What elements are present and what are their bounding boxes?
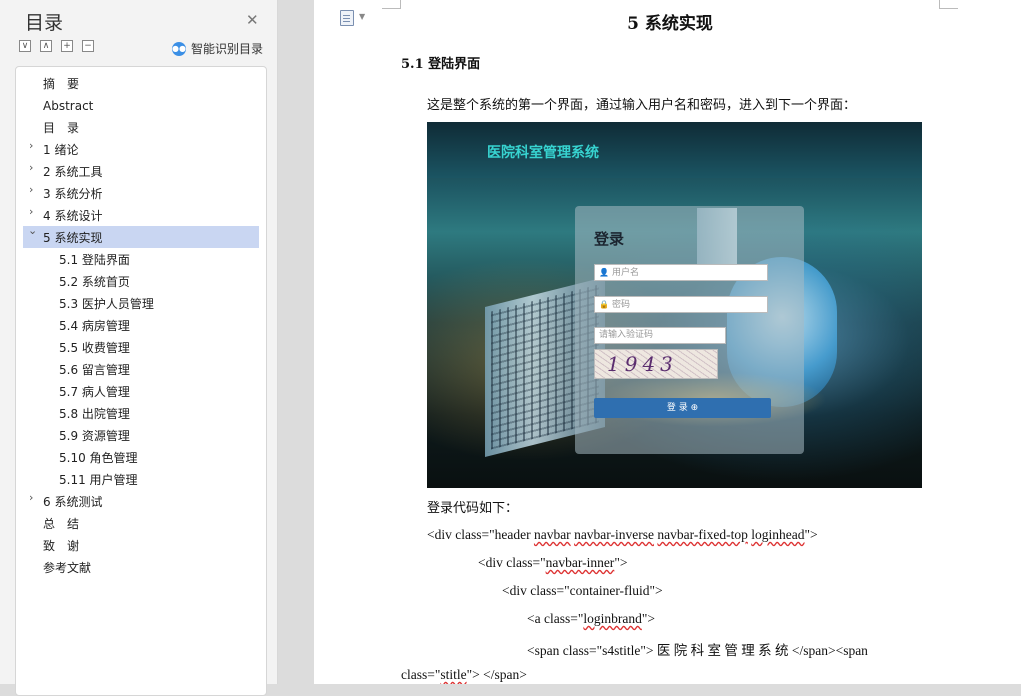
toc-item-5-2[interactable]: 5.2 系统首页: [59, 271, 130, 293]
chevron-right-icon[interactable]: ›: [29, 183, 33, 196]
chevron-right-icon[interactable]: ›: [29, 205, 33, 218]
smart-toc-label: 智能识别目录: [191, 42, 264, 56]
toc-item-5-9[interactable]: 5.9 资源管理: [59, 425, 130, 447]
page-gutter: [278, 0, 314, 684]
toc-item-5-5[interactable]: 5.5 收费管理: [59, 337, 130, 359]
toc-toolbar: ∨ ∧ + −: [19, 40, 94, 52]
code-line-2: <div class="navbar-inner">: [478, 555, 628, 570]
document-icon[interactable]: [340, 10, 354, 26]
figure-captcha-input: 请输入验证码: [594, 327, 726, 344]
caret-down-icon[interactable]: ▼: [359, 12, 365, 21]
chevron-right-icon[interactable]: ›: [29, 161, 33, 174]
password-placeholder: 密码: [611, 300, 630, 310]
login-title: 登录: [594, 230, 625, 248]
toc-item-ch1[interactable]: 1 绪论: [43, 139, 78, 161]
login-panel: 登录 👤 用户名 🔒 密码 请输入验证码 1943 登 录 ⊕: [575, 206, 804, 454]
chevron-down-icon[interactable]: ⌄: [28, 224, 37, 237]
close-icon[interactable]: ✕: [246, 11, 259, 29]
remove-heading-icon[interactable]: −: [82, 40, 94, 52]
toc-item-5-11[interactable]: 5.11 用户管理: [59, 469, 138, 491]
toc-item-contents[interactable]: 目 录: [43, 117, 79, 139]
toc-item-ch2[interactable]: 2 系统工具: [43, 161, 102, 183]
toc-item-ch4[interactable]: 4 系统设计: [43, 205, 102, 227]
ai-robot-icon: ●●: [172, 41, 186, 56]
code-intro-paragraph: 登录代码如下：: [427, 501, 519, 516]
toc-sidebar: 目录 ✕ ∨ ∧ + − ●● 智能识别目录 摘 要 Abstract 目 录 …: [0, 0, 278, 696]
code-line-3: <div class="container-fluid">: [502, 583, 663, 598]
expand-down-icon[interactable]: ∨: [19, 40, 31, 52]
collapse-up-icon[interactable]: ∧: [40, 40, 52, 52]
toc-item-ch5[interactable]: 5 系统实现: [43, 227, 102, 249]
username-placeholder: 用户名: [611, 268, 639, 278]
intro-paragraph: 这是整个系统的第一个界面，通过输入用户名和密码，进入到下一个界面：: [427, 98, 857, 113]
captcha-image: 1943: [594, 349, 718, 379]
chapter-heading: 5 系统实现: [627, 14, 713, 34]
user-icon: 👤: [599, 268, 609, 277]
chevron-right-icon[interactable]: ›: [29, 139, 33, 152]
toc-item-summary[interactable]: 总 结: [43, 513, 79, 535]
toc-item-5-10[interactable]: 5.10 角色管理: [59, 447, 138, 469]
lock-icon: 🔒: [599, 300, 609, 309]
toc-item-abstract[interactable]: Abstract: [43, 95, 93, 117]
code-line-1: <div class="header navbar navbar-inverse…: [427, 527, 818, 542]
captcha-placeholder: 请输入验证码: [599, 330, 654, 340]
sidebar-title: 目录: [25, 12, 64, 34]
toc-item-5-3[interactable]: 5.3 医护人员管理: [59, 293, 154, 315]
toc-item-references[interactable]: 参考文献: [43, 557, 91, 579]
toc-item-ch6[interactable]: 6 系统测试: [43, 491, 102, 513]
chevron-right-icon[interactable]: ›: [29, 491, 33, 504]
code-line-6: class="stitle"> </span>: [401, 667, 527, 682]
document-page[interactable]: ▼ 5 系统实现 5.1 登陆界面 这是整个系统的第一个界面，通过输入用户名和密…: [314, 0, 1021, 684]
add-heading-icon[interactable]: +: [61, 40, 73, 52]
page-margin-marker-right: [939, 0, 958, 9]
page-margin-marker-left: [382, 0, 401, 9]
smart-toc-button[interactable]: ●● 智能识别目录: [172, 40, 263, 57]
toc-item-5-8[interactable]: 5.8 出院管理: [59, 403, 130, 425]
code-line-5: <span class="s4stitle"> 医 院 科 室 管 理 系 统 …: [527, 643, 868, 658]
code-line-4: <a class="loginbrand">: [527, 611, 655, 626]
toc-item-5-4[interactable]: 5.4 病房管理: [59, 315, 130, 337]
toc-item-5-1[interactable]: 5.1 登陆界面: [59, 249, 130, 271]
toc-item-5-7[interactable]: 5.7 病人管理: [59, 381, 130, 403]
toc-item-thanks[interactable]: 致 谢: [43, 535, 79, 557]
toc-list: 摘 要 Abstract 目 录 › 1 绪论 › 2 系统工具 › 3 系统分…: [15, 66, 267, 696]
login-screenshot-figure: 医院科室管理系统 登录 👤 用户名 🔒 密码 请输入验证码 1943 登 录 ⊕: [427, 122, 922, 488]
toc-item-abstract-cn[interactable]: 摘 要: [43, 73, 79, 95]
section-heading: 5.1 登陆界面: [401, 57, 481, 72]
toc-item-ch3[interactable]: 3 系统分析: [43, 183, 102, 205]
figure-password-input: 🔒 密码: [594, 296, 768, 313]
toc-item-5-6[interactable]: 5.6 留言管理: [59, 359, 130, 381]
figure-app-title: 医院科室管理系统: [487, 145, 599, 161]
figure-username-input: 👤 用户名: [594, 264, 768, 281]
figure-login-button: 登 录 ⊕: [594, 398, 771, 418]
